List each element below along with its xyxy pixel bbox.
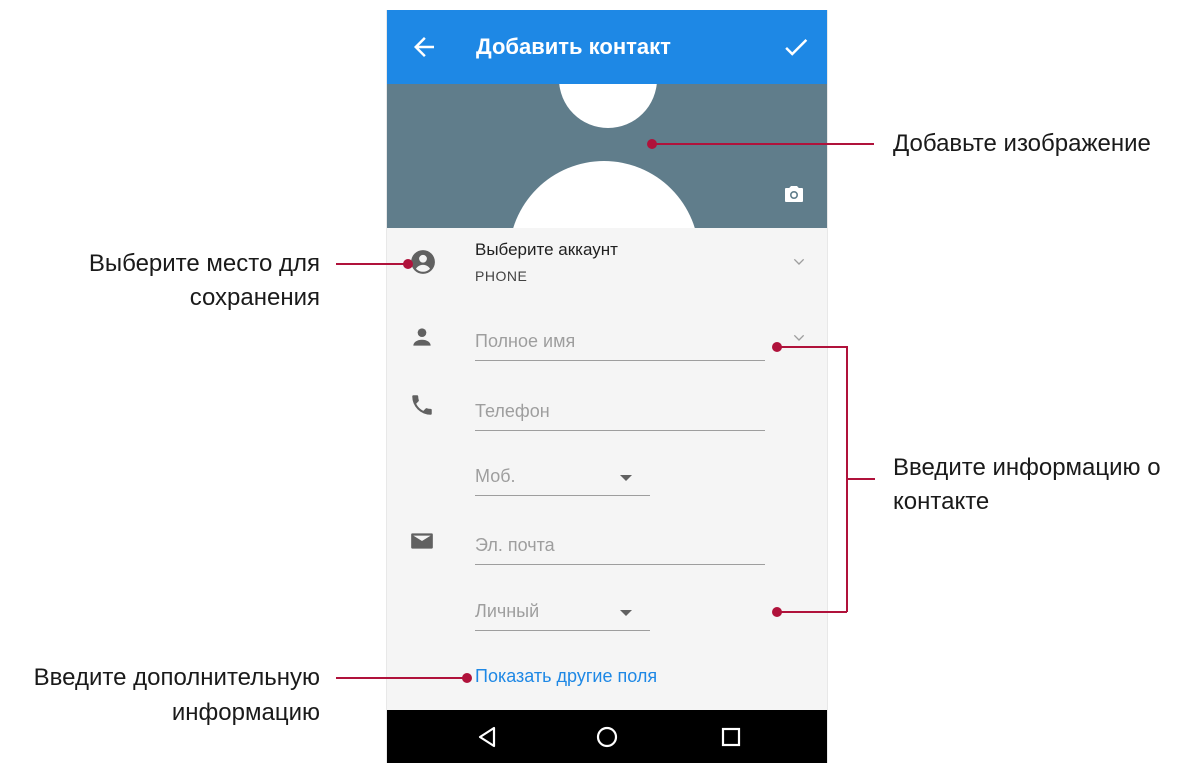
phone-type-dropdown[interactable]: Моб.	[475, 455, 650, 496]
checkmark-icon[interactable]	[781, 32, 811, 62]
circle-home-icon[interactable]	[596, 726, 618, 748]
page-title: Добавить контакт	[476, 34, 671, 59]
callout-enter-contact-line2: контакте	[893, 488, 990, 515]
show-more-fields-link[interactable]: Показать другие поля	[475, 666, 657, 687]
email-type-dropdown[interactable]: Личный	[475, 590, 650, 631]
dropdown-arrow-icon	[620, 475, 632, 481]
callout-enter-contact-line1: Введите информацию о	[893, 454, 1161, 481]
callout-enter-more-line1: Введите дополнительную	[33, 664, 320, 691]
email-type-value: Личный	[475, 601, 540, 621]
email-icon	[411, 533, 433, 549]
account-value: PHONE	[475, 268, 528, 284]
full-name-placeholder: Полное имя	[475, 331, 576, 351]
account-title[interactable]: Выберите аккаунт	[475, 240, 618, 260]
callout-line	[336, 263, 408, 265]
callout-line	[847, 478, 875, 480]
camera-icon[interactable]	[782, 182, 806, 206]
person-icon	[413, 328, 431, 346]
avatar-head-silhouette	[559, 84, 657, 128]
phone-type-value: Моб.	[475, 466, 516, 486]
callout-line	[336, 677, 466, 679]
account-circle-icon	[411, 250, 435, 274]
phone-field[interactable]: Телефон	[475, 390, 765, 431]
callout-line	[652, 143, 874, 145]
chevron-down-icon[interactable]	[791, 254, 807, 270]
callout-choose-storage-line2: сохранения	[189, 284, 320, 311]
phone-placeholder: Телефон	[475, 401, 550, 421]
triangle-back-icon[interactable]	[477, 726, 497, 748]
callout-add-image: Добавьте изображение	[893, 130, 1151, 157]
email-placeholder: Эл. почта	[475, 535, 555, 555]
arrow-left-icon[interactable]	[409, 32, 439, 62]
app-bar: Добавить контакт	[387, 10, 827, 84]
callout-dot	[462, 673, 472, 683]
callout-enter-more-line2: информацию	[171, 699, 320, 726]
square-recents-icon[interactable]	[721, 727, 741, 747]
contact-photo-area[interactable]	[387, 84, 827, 228]
callout-choose-storage-line1: Выберите место для	[88, 250, 320, 277]
chevron-down-icon[interactable]	[791, 330, 807, 346]
phone-screen: Добавить контакт Выберите аккаунт PHONE …	[386, 10, 828, 763]
system-nav-bar	[387, 710, 827, 763]
email-field[interactable]: Эл. почта	[475, 524, 765, 565]
callout-line	[777, 346, 847, 348]
full-name-field[interactable]: Полное имя	[475, 320, 765, 361]
callout-dot	[647, 139, 657, 149]
callout-dot	[403, 259, 413, 269]
dropdown-arrow-icon	[620, 610, 632, 616]
phone-icon	[412, 395, 432, 415]
avatar-body-silhouette	[509, 161, 699, 228]
callout-line	[777, 611, 847, 613]
